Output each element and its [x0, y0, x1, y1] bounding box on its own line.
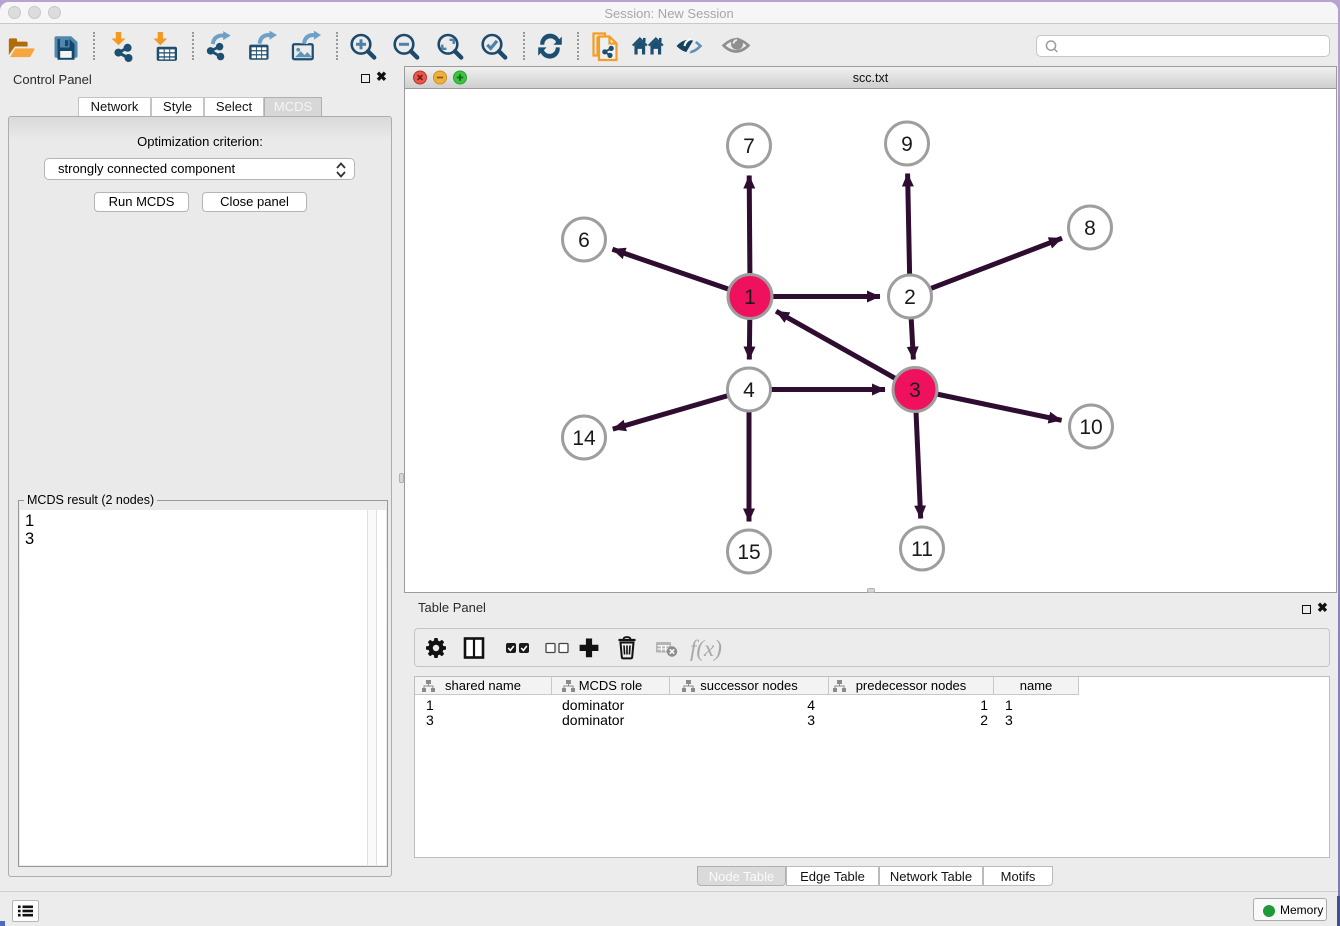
svg-text:10: 10	[1079, 416, 1102, 439]
svg-text:4: 4	[743, 379, 755, 402]
svg-text:14: 14	[572, 427, 596, 450]
svg-text:2: 2	[904, 286, 916, 309]
svg-text:3: 3	[909, 379, 921, 402]
svg-text:f(x): f(x)	[690, 636, 722, 661]
svg-text:9: 9	[901, 133, 913, 156]
svg-text:7: 7	[743, 135, 755, 158]
svg-text:1: 1	[744, 286, 756, 309]
svg-text:15: 15	[737, 541, 760, 564]
svg-text:11: 11	[911, 538, 933, 561]
svg-text:6: 6	[578, 229, 590, 252]
svg-text:8: 8	[1084, 217, 1096, 240]
